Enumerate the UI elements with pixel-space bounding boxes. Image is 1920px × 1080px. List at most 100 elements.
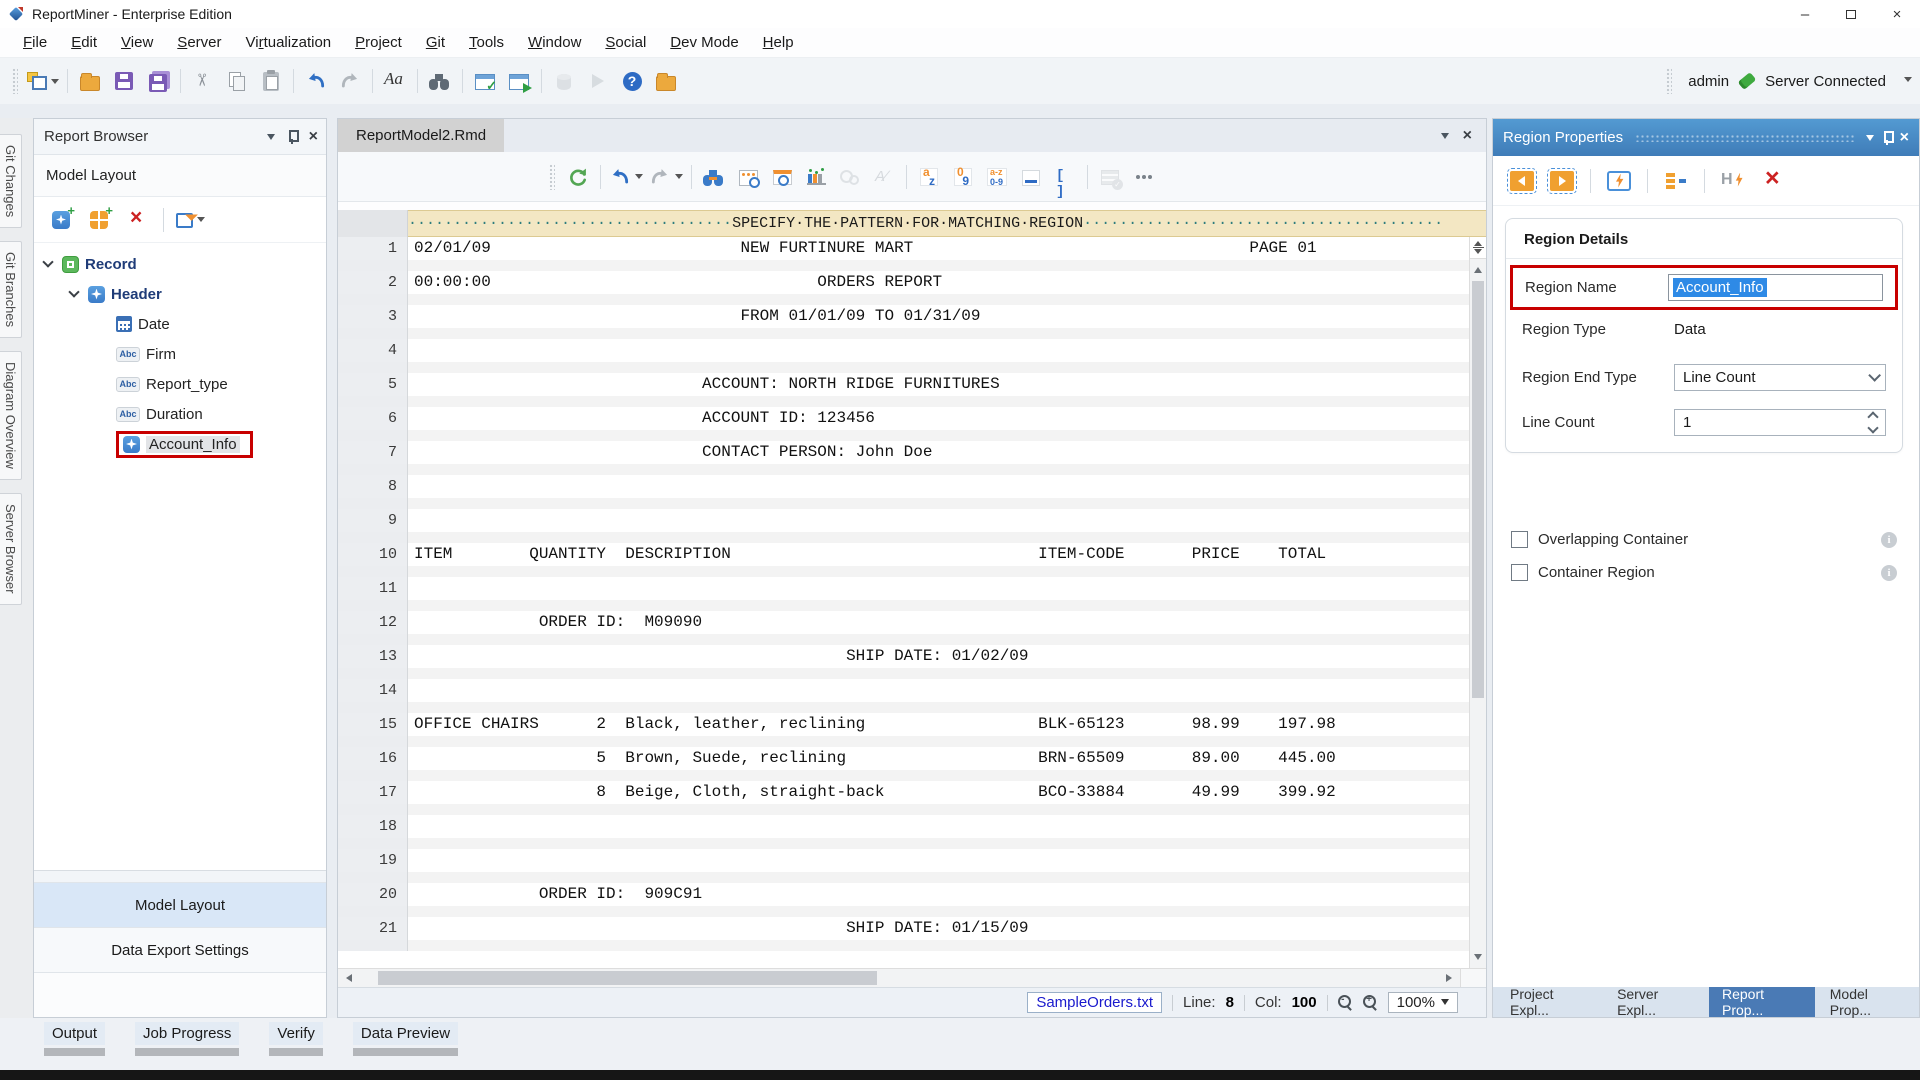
report-line-row[interactable]: 11 (338, 577, 1486, 611)
win-check-button[interactable] (468, 64, 502, 98)
info-icon[interactable] (1881, 565, 1897, 581)
toolbar-drag-handle-right[interactable] (1666, 68, 1672, 94)
horizontal-scroll-thumb[interactable] (378, 971, 878, 985)
checkbox-unchecked[interactable] (1511, 564, 1528, 581)
vertical-scroll-track[interactable] (1470, 277, 1486, 950)
bottom-tab-data-preview[interactable]: Data Preview (353, 1022, 458, 1056)
report-line-row[interactable]: 15OFFICE CHAIRS 2 Black, leather, reclin… (338, 713, 1486, 747)
tree-item-date[interactable]: Date (34, 309, 326, 339)
dropdown-caret-icon[interactable] (197, 217, 205, 226)
export-button[interactable] (173, 203, 208, 237)
fields-button[interactable] (1659, 164, 1693, 198)
find-button[interactable] (423, 64, 457, 98)
vertical-scroll-thumb[interactable] (1472, 281, 1484, 698)
tree-item-record[interactable]: Record (34, 249, 326, 279)
tree-item-firm[interactable]: Firm (34, 339, 326, 369)
bottom-tab-verify[interactable]: Verify (269, 1022, 323, 1056)
redo-button[interactable] (646, 160, 686, 194)
tree-item-account_info[interactable]: Account_Info (34, 429, 326, 459)
side-tab-diagram-overview[interactable]: Diagram Overview (0, 351, 22, 480)
horizontal-scroll-track[interactable] (356, 969, 1442, 987)
menu-view[interactable]: View (110, 30, 164, 55)
del-red-button[interactable] (120, 203, 154, 237)
panel-close-icon[interactable]: × (1900, 132, 1909, 144)
report-line-row[interactable]: 10ITEM QUANTITY DESCRIPTION ITEM-CODE PR… (338, 543, 1486, 577)
report-text-view[interactable]: 102/01/09 NEW FURTINURE MART PAGE 01200:… (338, 237, 1486, 968)
new-model-button[interactable] (24, 64, 62, 98)
menu-tools[interactable]: Tools (458, 30, 515, 55)
scroll-down-button[interactable] (1470, 950, 1486, 968)
menu-edit[interactable]: Edit (60, 30, 108, 55)
copy-button[interactable] (220, 64, 254, 98)
stack-button-model-layout[interactable]: Model Layout (34, 883, 326, 928)
spinner-buttons[interactable] (1869, 413, 1877, 432)
chart-button[interactable] (799, 160, 833, 194)
report-line-row[interactable]: 9 (338, 509, 1486, 543)
menu-git[interactable]: Git (415, 30, 456, 55)
pin-icon[interactable] (287, 130, 297, 144)
undo-button[interactable] (606, 160, 646, 194)
paste-button[interactable] (254, 64, 288, 98)
report-line-row[interactable]: 4 (338, 339, 1486, 373)
tree-item-header[interactable]: Header (34, 279, 326, 309)
region-end-type-select[interactable]: Line Count (1674, 364, 1886, 391)
folder2-button[interactable] (649, 64, 683, 98)
dock-tab-report-prop-[interactable]: Report Prop... (1709, 987, 1815, 1017)
panel-menu-icon[interactable] (1866, 135, 1874, 145)
dots-button[interactable] (1127, 160, 1161, 194)
dropdown-caret-icon[interactable] (51, 79, 59, 88)
report-line-row[interactable]: 6 ACCOUNT ID: 123456 (338, 407, 1486, 441)
menu-help[interactable]: Help (752, 30, 805, 55)
tree-item-report_type[interactable]: Report_type (34, 369, 326, 399)
report-line-row[interactable]: 12 ORDER ID: M09090 (338, 611, 1486, 645)
refresh-button[interactable] (561, 160, 595, 194)
document-tab[interactable]: ReportModel2.Rmd (338, 119, 504, 152)
add-fields-button[interactable] (82, 203, 116, 237)
prev-region-button[interactable] (1505, 164, 1539, 198)
dock-tab-server-expl-[interactable]: Server Expl... (1604, 987, 1707, 1017)
tab-list-icon[interactable] (1441, 133, 1449, 143)
brackets-button[interactable] (1048, 160, 1082, 194)
scroll-right-button[interactable] (1442, 969, 1460, 987)
report-line-row[interactable]: 7 CONTACT PERSON: John Doe (338, 441, 1486, 475)
pattern-ruler[interactable]: ····································SPEC… (408, 210, 1486, 237)
redo-button[interactable] (333, 64, 367, 98)
report-line-row[interactable]: 21 SHIP DATE: 01/15/09 (338, 917, 1486, 951)
expand-chevron-icon[interactable] (68, 286, 79, 297)
editor-toolbar-handle[interactable] (549, 164, 555, 190)
side-tab-server-browser[interactable]: Server Browser (0, 493, 22, 605)
az09-button[interactable] (980, 160, 1014, 194)
report-line-row[interactable]: 13 SHIP DATE: 01/02/09 (338, 645, 1486, 679)
menu-file[interactable]: File (12, 30, 58, 55)
report-line-row[interactable]: 18 (338, 815, 1486, 849)
pin-icon[interactable] (1882, 131, 1892, 145)
horizontal-scrollbar[interactable] (338, 968, 1486, 987)
find-blue-button[interactable] (697, 160, 731, 194)
report-line-row[interactable]: 16 5 Brown, Suede, reclining BRN-65509 8… (338, 747, 1486, 781)
report-line-row[interactable]: 20 ORDER ID: 909C91 (338, 883, 1486, 917)
menu-social[interactable]: Social (594, 30, 657, 55)
search-doc-button[interactable] (765, 160, 799, 194)
close-button[interactable]: × (1874, 0, 1920, 28)
zoom-out-icon[interactable]: - (1338, 995, 1353, 1010)
tree-item-duration[interactable]: Duration (34, 399, 326, 429)
info-icon[interactable] (1881, 532, 1897, 548)
vertical-scrollbar[interactable] (1469, 237, 1486, 968)
stack-button-data-export-settings[interactable]: Data Export Settings (34, 928, 326, 973)
dock-tab-model-prop-[interactable]: Model Prop... (1817, 987, 1919, 1017)
scroll-up-button[interactable] (1470, 259, 1486, 277)
help-button[interactable] (615, 64, 649, 98)
open-folder-button[interactable] (73, 64, 107, 98)
dropdown-caret-icon[interactable] (675, 174, 683, 183)
lightning-box-button[interactable] (1602, 164, 1636, 198)
panel-close-icon[interactable]: × (309, 131, 318, 143)
panel-menu-icon[interactable] (267, 134, 275, 144)
o9-button[interactable] (946, 160, 980, 194)
report-line-row[interactable]: 14 (338, 679, 1486, 713)
bottom-tab-output[interactable]: Output (44, 1022, 105, 1056)
minimize-button[interactable]: – (1782, 0, 1828, 28)
menu-dev-mode[interactable]: Dev Mode (659, 30, 749, 55)
toolbar-drag-handle[interactable] (12, 68, 18, 94)
spin-down-icon[interactable] (1867, 422, 1878, 433)
report-line-row[interactable]: 5 ACCOUNT: NORTH RIDGE FURNITURES (338, 373, 1486, 407)
